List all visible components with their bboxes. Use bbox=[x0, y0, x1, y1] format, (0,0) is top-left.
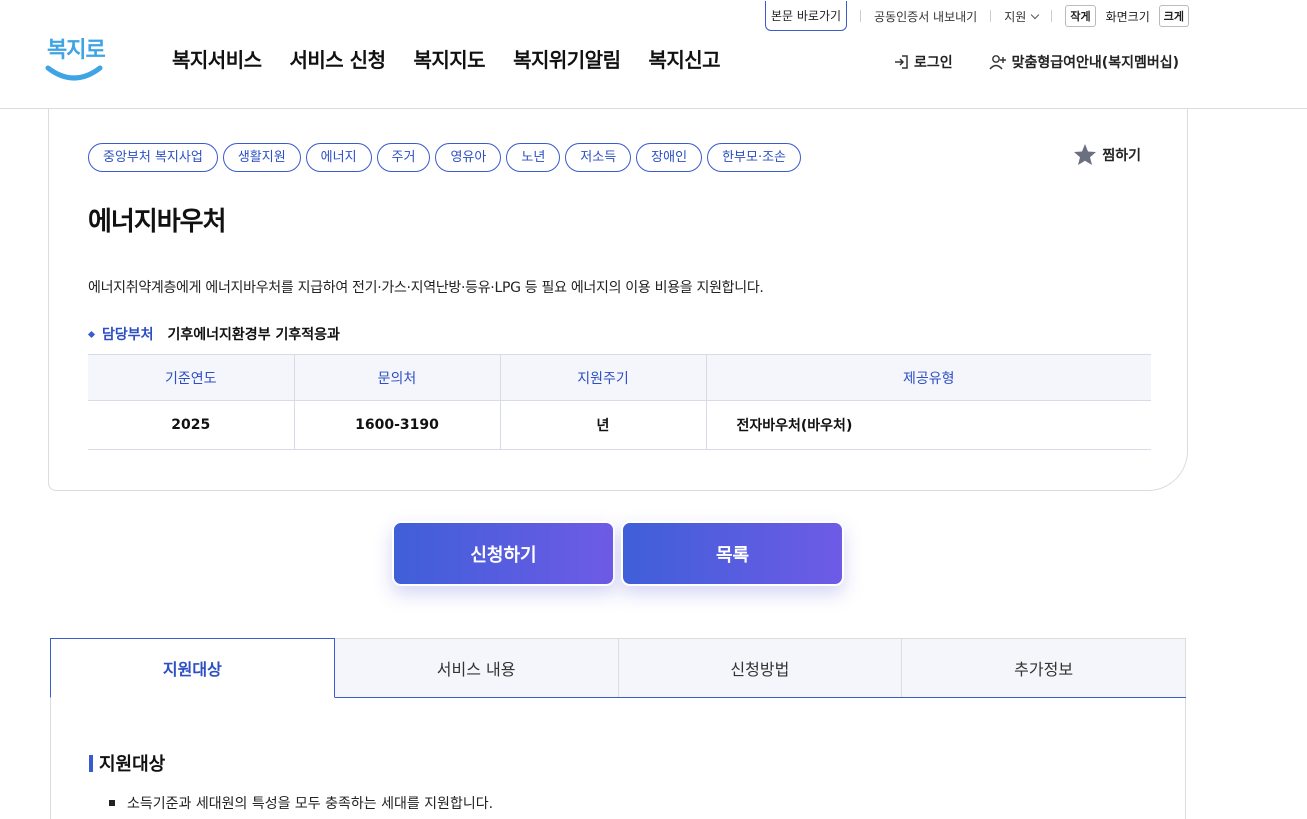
cell-provision-type: 전자바우처(바우처) bbox=[706, 400, 1151, 450]
favorite-button[interactable]: 찜하기 bbox=[1073, 143, 1141, 166]
tab-panel-eligibility: 지원대상 소득기준과 세대원의 특성을 모두 충족하는 세대를 지원합니다. bbox=[50, 698, 1186, 819]
certificate-export-link[interactable]: 공동인증서 내보내기 bbox=[874, 8, 977, 25]
font-size-large-button[interactable]: 크게 bbox=[1158, 5, 1189, 27]
main-navigation: 복지서비스 서비스 신청 복지지도 복지위기알림 복지신고 bbox=[172, 44, 748, 73]
service-description: 에너지취약계층에게 에너지바우처를 지급하여 전기·가스·지역난방·등유·LPG… bbox=[88, 280, 764, 296]
star-icon bbox=[1074, 144, 1097, 165]
page-title: 에너지바우처 bbox=[88, 207, 227, 237]
user-plus-icon bbox=[989, 55, 1006, 70]
membership-link[interactable]: 맞춤형급여안내(복지멤버십) bbox=[989, 52, 1179, 72]
support-label: 지원 bbox=[1004, 9, 1027, 24]
diamond-bullet-icon bbox=[87, 330, 96, 338]
service-info-card: 중앙부처 복지사업 생활지원 에너지 주거 영유아 노년 저소득 장애인 한부모… bbox=[48, 109, 1188, 491]
header-provision-type: 제공유형 bbox=[706, 354, 1151, 401]
nav-welfare-crisis-alert[interactable]: 복지위기알림 bbox=[513, 44, 621, 73]
table-header-row: 기준연도 문의처 지원주기 제공유형 bbox=[88, 354, 1151, 401]
tag-living-support[interactable]: 생활지원 bbox=[222, 143, 301, 172]
title-bar-marker bbox=[89, 754, 93, 772]
utility-bar: 본문 바로가기 공동인증서 내보내기 지원 작게 화면크기 크게 bbox=[764, 0, 1189, 32]
favorite-label: 찜하기 bbox=[1102, 147, 1141, 164]
font-size-label: 화면크기 bbox=[1105, 9, 1150, 24]
section-title-text: 지원대상 bbox=[99, 754, 166, 775]
font-size-small-button[interactable]: 작게 bbox=[1065, 5, 1096, 27]
tag-central-ministry[interactable]: 중앙부처 복지사업 bbox=[88, 143, 218, 172]
list-item: 소득기준과 세대원의 특성을 모두 충족하는 세대를 지원합니다. bbox=[109, 793, 493, 813]
login-icon bbox=[895, 55, 908, 69]
header-base-year: 기준연도 bbox=[88, 354, 295, 401]
header-contact: 문의처 bbox=[294, 354, 501, 401]
site-logo[interactable]: 복지로 bbox=[44, 32, 108, 84]
site-header: 본문 바로가기 공동인증서 내보내기 지원 작게 화면크기 크게 복지로 복지서… bbox=[0, 0, 1307, 109]
member-menu: 로그인 맞춤형급여안내(복지멤버십) bbox=[893, 52, 1179, 72]
department-value: 기후에너지환경부 기후적응과 bbox=[167, 327, 340, 343]
detail-tabs: 지원대상 서비스 내용 신청방법 추가정보 bbox=[50, 638, 1186, 698]
support-menu[interactable]: 지원 bbox=[1004, 8, 1040, 25]
list-button[interactable]: 목록 bbox=[621, 521, 844, 586]
tab-eligibility[interactable]: 지원대상 bbox=[50, 638, 335, 698]
skip-to-content-link[interactable]: 본문 바로가기 bbox=[764, 1, 848, 31]
tab-application-method[interactable]: 신청방법 bbox=[618, 638, 903, 697]
chevron-down-icon bbox=[1031, 10, 1040, 19]
nav-welfare-report[interactable]: 복지신고 bbox=[648, 44, 720, 73]
section-title: 지원대상 bbox=[89, 750, 165, 776]
membership-label: 맞춤형급여안내(복지멤버십) bbox=[1011, 55, 1179, 71]
login-label: 로그인 bbox=[914, 55, 953, 71]
list-item-text: 소득기준과 세대원의 특성을 모두 충족하는 세대를 지원합니다. bbox=[127, 796, 494, 812]
divider bbox=[990, 10, 992, 22]
tab-service-content[interactable]: 서비스 내용 bbox=[334, 638, 619, 697]
tag-single-parent[interactable]: 한부모·조손 bbox=[707, 143, 801, 172]
nav-service-application[interactable]: 서비스 신청 bbox=[290, 44, 386, 73]
cell-support-cycle: 년 bbox=[500, 400, 707, 450]
department-label: 담당부처 bbox=[102, 327, 154, 343]
action-buttons: 신청하기 목록 bbox=[392, 521, 850, 586]
tag-energy[interactable]: 에너지 bbox=[305, 143, 372, 172]
category-tags: 중앙부처 복지사업 생활지원 에너지 주거 영유아 노년 저소득 장애인 한부모… bbox=[88, 143, 806, 172]
cell-base-year: 2025 bbox=[88, 400, 295, 450]
table-row: 2025 1600-3190 년 전자바우처(바우처) bbox=[88, 400, 1151, 450]
header-support-cycle: 지원주기 bbox=[500, 354, 707, 401]
nav-welfare-map[interactable]: 복지지도 bbox=[413, 44, 485, 73]
tag-low-income[interactable]: 저소득 bbox=[565, 143, 632, 172]
divider bbox=[860, 10, 862, 22]
tag-disabled[interactable]: 장애인 bbox=[636, 143, 703, 172]
logo-smile-icon bbox=[45, 65, 103, 81]
cell-contact: 1600-3190 bbox=[294, 400, 501, 450]
apply-button[interactable]: 신청하기 bbox=[392, 521, 615, 586]
tab-additional-info[interactable]: 추가정보 bbox=[902, 638, 1186, 697]
service-info-table: 기준연도 문의처 지원주기 제공유형 2025 1600-3190 년 전자바우… bbox=[88, 354, 1151, 450]
tag-infant[interactable]: 영유아 bbox=[435, 143, 502, 172]
tag-elderly[interactable]: 노년 bbox=[506, 143, 561, 172]
logo-text: 복지로 bbox=[47, 38, 106, 63]
divider bbox=[1051, 10, 1053, 22]
tag-housing[interactable]: 주거 bbox=[376, 143, 431, 172]
square-bullet-icon bbox=[109, 800, 115, 806]
nav-welfare-services[interactable]: 복지서비스 bbox=[172, 44, 262, 73]
login-link[interactable]: 로그인 bbox=[893, 52, 953, 72]
department-info: 담당부처 기후에너지환경부 기후적응과 bbox=[87, 324, 340, 344]
